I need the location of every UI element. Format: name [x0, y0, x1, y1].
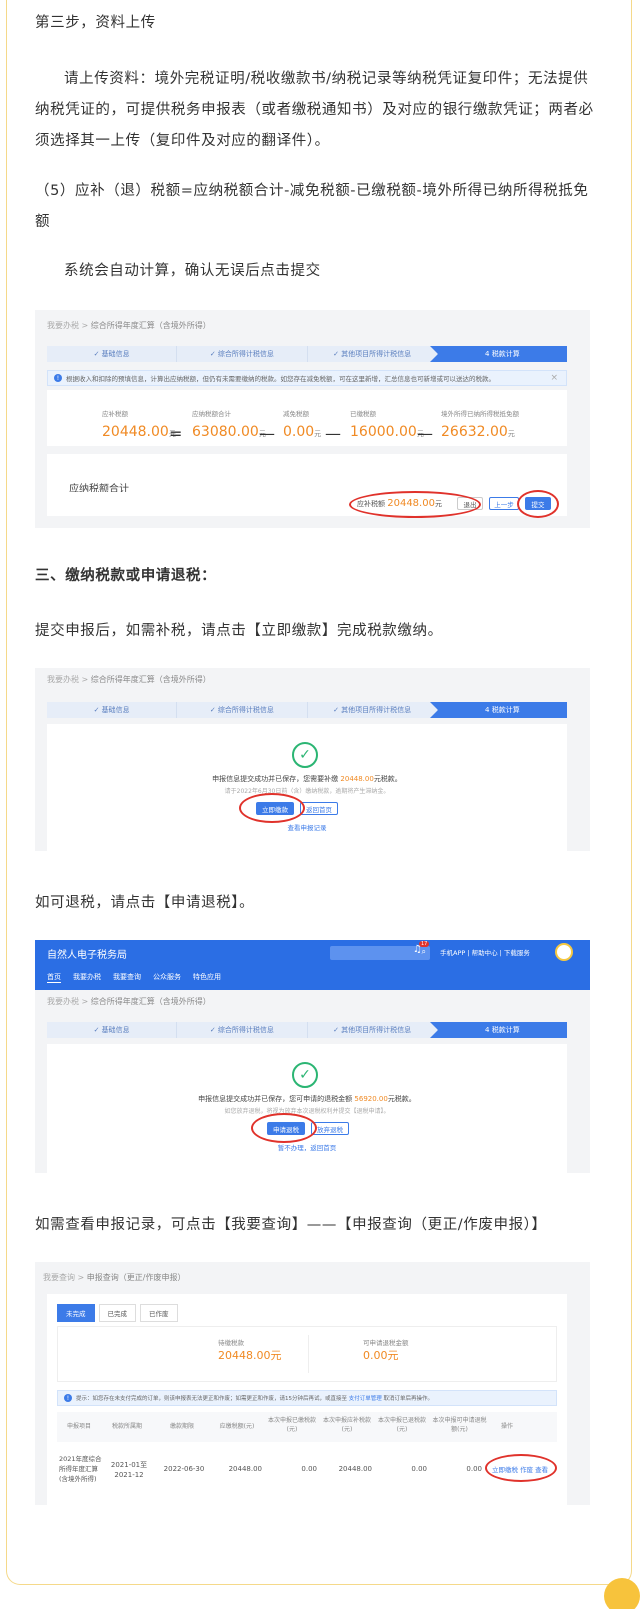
step-other[interactable]: ✓ 其他项目所得计税信息	[308, 702, 438, 718]
search-icon: ⌕	[421, 947, 426, 956]
highlight-ring	[239, 793, 305, 823]
result-message: 申报信息提交成功并已保存，您可申请的退税金额 56920.00元税款。	[198, 1095, 416, 1103]
site-title: 自然人电子税务局	[47, 950, 127, 961]
success-check-icon: ✓	[292, 1062, 318, 1088]
paid-tax-value: 16000.00元	[350, 424, 424, 440]
formula-paragraph: （5）应补（退）税额=应纳税额合计-减免税额-已缴税额-境外所得已纳所得税抵免额	[35, 183, 589, 230]
result-card: ✓ 申报信息提交成功并已保存，您需要补缴 20448.00元税款。 请于2022…	[47, 724, 567, 851]
result-subtext: 如您放弃退税，将视为放弃本次退税权利并提交【退税申请】。	[224, 1108, 390, 1115]
info-icon: !	[54, 374, 62, 382]
info-notice: ! 提示：如您存在未支付完成的订单，则该申报表无法更正和作废；如需更正和作废，请…	[57, 1390, 557, 1406]
query-screenshot: 我要查询 > 申报查询（更正/作废申报） 未完成 已完成 已作废 待缴税款 20…	[35, 1262, 590, 1505]
breadcrumb: 我要办税 > 综合所得年度汇算（含境外所得）	[47, 997, 211, 1006]
refund-screenshot: 自然人电子税务局 ⌕ ♫ 17 手机APP | 帮助中心 | 下载服务 首页 我要…	[35, 940, 590, 1173]
main-nav: 首页 我要办税 我要查询 公众服务 特色应用	[47, 972, 221, 983]
pending-tax-value: 20448.00元	[218, 1349, 282, 1362]
order-manage-link[interactable]: 支付订单管理	[349, 1396, 382, 1402]
formula-card: 应补税额 应纳税额合计 减免税额 已缴税额 境外所得已纳所得税抵免额 20448…	[47, 390, 567, 446]
step-tax-calc[interactable]: 4 税款计算	[429, 346, 567, 362]
foreign-credit-value: 26632.00元	[441, 424, 515, 440]
nav-home[interactable]: 首页	[47, 972, 61, 983]
highlight-ring	[251, 1113, 317, 1143]
highlight-ring	[517, 490, 559, 518]
prev-step-button[interactable]: 上一步	[489, 497, 519, 510]
tab-finished[interactable]: 已完成	[98, 1304, 136, 1322]
payable-total-value: 63080.00元	[192, 424, 266, 440]
pay-paragraph: 提交申报后，如需补税，请点击【立即缴款】完成税款缴纳。	[35, 623, 443, 639]
payment-screenshot: 我要办税 > 综合所得年度汇算（含境外所得） ✓ 基础信息 ✓ 综合所得计税信息…	[35, 668, 590, 851]
step-progress: ✓ 基础信息 ✓ 综合所得计税信息 ✓ 其他项目所得计税信息 4 税款计算	[47, 346, 567, 362]
breadcrumb: 我要查询 > 申报查询（更正/作废申报）	[43, 1273, 186, 1282]
breadcrumb: 我要办税 > 综合所得年度汇算（含境外所得）	[47, 321, 211, 330]
nav-query[interactable]: 我要查询	[113, 972, 141, 983]
section-heading: 三、缴纳税款或申请退税：	[35, 568, 217, 584]
breadcrumb: 我要办税 > 综合所得年度汇算（含境外所得）	[47, 675, 211, 684]
step-basic[interactable]: ✓ 基础信息	[47, 702, 178, 718]
tax-calc-screenshot: 我要办税 > 综合所得年度汇算（含境外所得） ✓ 基础信息 ✓ 综合所得计税信息…	[35, 310, 590, 528]
step-basic[interactable]: ✓ 基础信息	[47, 1022, 178, 1038]
bell-icon[interactable]: ♫ 17	[413, 941, 430, 955]
step-tax-calc[interactable]: 4 税款计算	[429, 702, 567, 718]
highlight-ring	[349, 491, 481, 518]
info-icon: !	[64, 1394, 72, 1402]
section-card: 应纳税额合计	[47, 454, 567, 495]
avatar[interactable]	[555, 943, 573, 961]
result-message: 申报信息提交成功并已保存，您需要补缴 20448.00元税款。	[212, 775, 402, 783]
step-tax-calc[interactable]: 4 税款计算	[429, 1022, 567, 1038]
nav-tax[interactable]: 我要办税	[73, 972, 101, 983]
auto-calc-text: 系统会自动计算，确认无误后点击提交	[64, 263, 321, 279]
step-progress: ✓ 基础信息 ✓ 综合所得计税信息 ✓ 其他项目所得计税信息 4 税款计算	[47, 702, 567, 718]
step-progress: ✓ 基础信息 ✓ 综合所得计税信息 ✓ 其他项目所得计税信息 4 税款计算	[47, 1022, 567, 1038]
back-home-button[interactable]: 返回首页	[300, 802, 338, 815]
view-records-link[interactable]: 查看申报记录	[47, 822, 567, 832]
bottom-action-bar: 应补税额 20448.00元 退出 上一步 提交	[47, 492, 567, 516]
nav-public[interactable]: 公众服务	[153, 972, 181, 983]
step-comprehensive[interactable]: ✓ 综合所得计税信息	[177, 346, 308, 362]
highlight-ring	[485, 1454, 557, 1482]
info-notice: ! 根据收入和扣除的预填信息，计算出应纳税额，但仍有未需要缴纳的税款。如您存在减…	[47, 370, 567, 386]
article-page: 第三步，资料上传 请上传资料：境外完税证明/税收缴款书/纳税记录等纳税凭证复印件…	[0, 0, 640, 1609]
step-other[interactable]: ✓ 其他项目所得计税信息	[308, 346, 438, 362]
step-other[interactable]: ✓ 其他项目所得计税信息	[308, 1022, 438, 1038]
step-comprehensive[interactable]: ✓ 综合所得计税信息	[177, 1022, 308, 1038]
step-comprehensive[interactable]: ✓ 综合所得计税信息	[177, 702, 308, 718]
query-card: 未完成 已完成 已作废 待缴税款 20448.00元 可申请退税金额 0.00元…	[47, 1294, 567, 1505]
refundable-value: 0.00元	[363, 1349, 399, 1362]
tab-voided[interactable]: 已作废	[140, 1304, 178, 1322]
floating-decoration	[604, 1578, 640, 1609]
result-card: ✓ 申报信息提交成功并已保存，您可申请的退税金额 56920.00元税款。 如您…	[47, 1044, 567, 1173]
result-subtext: 请于2022年6月30日前（含）缴纳税款，逾期将产生滞纳金。	[224, 788, 390, 795]
nav-special[interactable]: 特色应用	[193, 972, 221, 983]
upload-paragraph: 请上传资料：境外完税证明/税收缴款书/纳税记录等纳税凭证复印件；无法提供纳税凭证…	[35, 71, 594, 149]
site-header: 自然人电子税务局 ⌕ ♫ 17 手机APP | 帮助中心 | 下载服务 首页 我要…	[35, 940, 590, 990]
refund-paragraph: 如可退税，请点击【申请退税】。	[35, 895, 255, 911]
close-icon[interactable]: ×	[550, 373, 558, 383]
success-check-icon: ✓	[292, 742, 318, 768]
step3-title: 第三步，资料上传	[35, 15, 156, 31]
back-home-link[interactable]: 暂不办理，返回首页	[47, 1142, 567, 1152]
summary-box: 待缴税款 20448.00元 可申请退税金额 0.00元	[57, 1326, 557, 1382]
supplement-tax-value: 20448.00元	[102, 424, 176, 440]
status-tabs: 未完成 已完成 已作废	[57, 1304, 178, 1322]
tab-unfinished[interactable]: 未完成	[57, 1304, 95, 1322]
exemption-value: 0.00元	[283, 424, 322, 440]
query-paragraph: 如需查看申报记录，可点击【我要查询】——【申报查询（更正/作废申报）】	[35, 1217, 547, 1233]
header-links[interactable]: 手机APP | 帮助中心 | 下载服务	[440, 947, 530, 957]
step-basic[interactable]: ✓ 基础信息	[47, 346, 178, 362]
